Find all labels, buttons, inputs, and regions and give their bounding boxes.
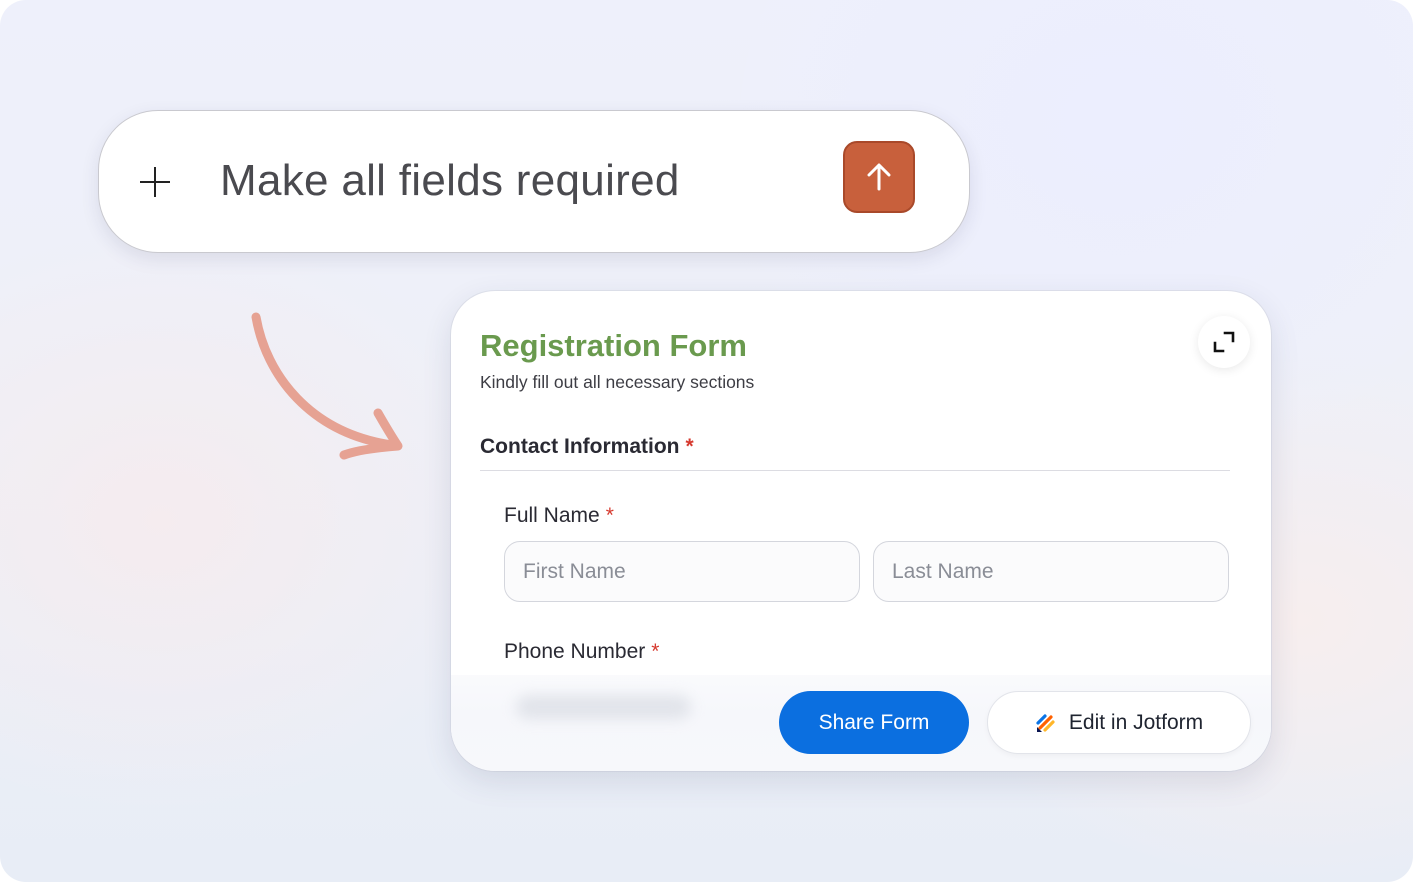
jotform-logo-icon bbox=[1036, 713, 1055, 732]
required-star: * bbox=[685, 435, 694, 458]
expand-icon bbox=[1213, 331, 1235, 353]
arrow-up-icon bbox=[867, 163, 891, 191]
full-name-label-text: Full Name bbox=[504, 504, 600, 527]
curved-arrow-icon bbox=[251, 312, 403, 460]
expand-button[interactable] bbox=[1198, 316, 1250, 368]
plus-icon[interactable] bbox=[138, 165, 172, 199]
send-button[interactable] bbox=[843, 141, 915, 213]
full-name-label: Full Name * bbox=[504, 503, 614, 529]
phone-number-label: Phone Number * bbox=[504, 639, 659, 665]
section-heading-label: Contact Information bbox=[480, 435, 680, 458]
form-title: Registration Form bbox=[480, 328, 747, 363]
form-preview-card: Registration Form Kindly fill out all ne… bbox=[451, 291, 1271, 771]
canvas-background: Make all fields required Registration Fo… bbox=[0, 0, 1413, 882]
share-form-button[interactable]: Share Form bbox=[779, 691, 969, 754]
last-name-input[interactable] bbox=[873, 541, 1229, 602]
blurred-phone-input bbox=[516, 695, 691, 719]
prompt-text[interactable]: Make all fields required bbox=[220, 154, 680, 208]
phone-number-label-text: Phone Number bbox=[504, 640, 646, 663]
first-name-input[interactable] bbox=[504, 541, 860, 602]
edit-in-jotform-label: Edit in Jotform bbox=[1068, 710, 1204, 734]
section-divider bbox=[480, 470, 1230, 471]
required-star: * bbox=[651, 640, 660, 663]
section-heading: Contact Information * bbox=[480, 434, 694, 460]
required-star: * bbox=[605, 504, 614, 527]
edit-in-jotform-button[interactable]: Edit in Jotform bbox=[987, 691, 1251, 754]
form-subtitle: Kindly fill out all necessary sections bbox=[480, 372, 755, 392]
